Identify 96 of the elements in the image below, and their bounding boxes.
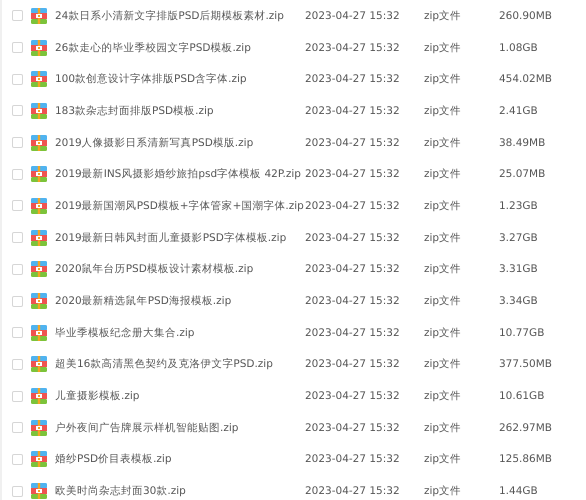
zip-file-icon	[31, 8, 47, 24]
file-type: zip文件	[424, 230, 462, 245]
file-name[interactable]: 100款创意设计字体排版PSD含字体.zip	[55, 72, 305, 86]
file-type: zip文件	[424, 326, 462, 340]
file-type: zip文件	[424, 136, 462, 150]
modified-date: 2023-04-27 15:32	[305, 136, 401, 149]
file-size: 3.27GB	[499, 232, 538, 244]
modified-date: 2023-04-27 15:32	[305, 422, 401, 434]
file-name[interactable]: 2019人像摄影日系清新写真PSD模版.zip	[55, 136, 305, 150]
checkbox[interactable]	[12, 358, 23, 370]
modified-date: 2023-04-27 15:32	[305, 263, 401, 276]
zip-file-icon	[31, 324, 47, 341]
modified-date: 2023-04-27 15:32	[305, 73, 401, 86]
file-type: zip文件	[424, 452, 462, 466]
checkbox[interactable]	[12, 454, 23, 465]
file-name[interactable]: 超美16款高清黑色契约及克洛伊文字PSD.zip	[55, 357, 305, 372]
zip-file-icon	[31, 356, 47, 372]
file-size: 260.90MB	[499, 10, 552, 22]
zip-file-icon	[31, 293, 47, 310]
checkbox[interactable]	[12, 200, 23, 212]
checkbox[interactable]	[12, 42, 23, 54]
file-size: 125.86MB	[499, 453, 552, 466]
checkbox[interactable]	[12, 422, 23, 434]
file-name[interactable]: 欧美时尚杂志封面30款.zip	[55, 484, 305, 498]
file-type: zip文件	[424, 389, 462, 404]
file-type: zip文件	[424, 294, 462, 308]
file-size: 2.41GB	[499, 104, 538, 117]
file-name[interactable]: 2019最新国潮风PSD模板+字体管家+国潮字体.zip	[55, 198, 305, 213]
checkbox[interactable]	[12, 105, 23, 116]
file-type: zip文件	[424, 40, 462, 55]
zip-file-icon	[31, 102, 47, 119]
checkbox[interactable]	[12, 168, 23, 180]
file-name[interactable]: 183款杂志封面排版PSD模板.zip	[55, 104, 305, 118]
checkbox[interactable]	[12, 264, 23, 275]
file-size: 25.07MB	[499, 168, 546, 180]
zip-file-icon	[31, 134, 47, 151]
modified-date: 2023-04-27 15:32	[305, 42, 401, 54]
modified-date: 2023-04-27 15:32	[305, 390, 401, 402]
file-size: 377.50MB	[499, 358, 552, 370]
checkbox[interactable]	[12, 10, 23, 22]
file-name[interactable]: 2020鼠年台历PSD模板设计素材模板.zip	[55, 262, 305, 276]
file-size: 1.08GB	[499, 42, 538, 54]
file-type: zip文件	[424, 167, 462, 182]
file-type: zip文件	[424, 262, 462, 276]
checkbox[interactable]	[12, 137, 23, 148]
file-name[interactable]: 2019最新INS风摄影婚纱旅拍psd字体模板 42P.zip	[55, 167, 305, 182]
modified-date: 2023-04-27 15:32	[305, 485, 401, 498]
zip-file-icon	[31, 166, 47, 182]
file-type: zip文件	[424, 420, 462, 435]
file-size: 1.44GB	[499, 485, 538, 498]
checkbox[interactable]	[12, 296, 23, 307]
file-type: zip文件	[424, 8, 462, 23]
file-type: zip文件	[424, 198, 462, 213]
zip-file-icon	[31, 198, 47, 214]
modified-date: 2023-04-27 15:32	[305, 10, 401, 22]
file-size: 262.97MB	[499, 422, 552, 434]
modified-date: 2023-04-27 15:32	[305, 326, 401, 339]
modified-date: 2023-04-27 15:32	[305, 104, 401, 117]
file-name[interactable]: 24款日系小清新文字排版PSD后期模板素材.zip	[55, 8, 305, 23]
file-size: 1.23GB	[499, 200, 538, 212]
file-name[interactable]: 儿童摄影模板.zip	[55, 389, 305, 404]
file-type: zip文件	[424, 484, 462, 498]
checkbox[interactable]	[12, 390, 23, 402]
file-name[interactable]: 户外夜间广告牌展示样机智能贴图.zip	[55, 420, 305, 435]
file-name[interactable]: 毕业季模板纪念册大集合.zip	[55, 326, 305, 340]
zip-file-icon	[31, 230, 47, 246]
checkbox[interactable]	[12, 74, 23, 85]
file-type: zip文件	[424, 357, 462, 372]
file-size: 454.02MB	[499, 73, 552, 86]
file-size: 3.31GB	[499, 263, 538, 276]
modified-date: 2023-04-27 15:32	[305, 200, 401, 212]
zip-file-icon	[31, 420, 47, 436]
file-name[interactable]: 26款走心的毕业季校园文字PSD模板.zip	[55, 40, 305, 55]
zip-file-icon	[31, 483, 47, 500]
zip-file-icon	[31, 71, 47, 88]
modified-date: 2023-04-27 15:32	[305, 453, 401, 466]
file-type: zip文件	[424, 104, 462, 118]
modified-date: 2023-04-27 15:32	[305, 295, 401, 308]
checkbox[interactable]	[12, 232, 23, 244]
file-size: 3.34GB	[499, 295, 538, 308]
zip-file-icon	[31, 261, 47, 278]
modified-date: 2023-04-27 15:32	[305, 232, 401, 244]
checkbox[interactable]	[12, 486, 23, 497]
checkbox[interactable]	[12, 327, 23, 338]
file-size: 10.77GB	[499, 326, 544, 339]
file-name[interactable]: 2020最新精选鼠年PSD海报模板.zip	[55, 294, 305, 308]
file-size: 38.49MB	[499, 136, 546, 149]
zip-file-icon	[31, 388, 47, 404]
modified-date: 2023-04-27 15:32	[305, 358, 401, 370]
file-type: zip文件	[424, 72, 462, 86]
file-size: 10.61GB	[499, 390, 544, 402]
modified-date: 2023-04-27 15:32	[305, 168, 401, 180]
file-name[interactable]: 婚纱PSD价目表模板.zip	[55, 452, 305, 466]
zip-file-icon	[31, 40, 47, 56]
zip-file-icon	[31, 451, 47, 468]
file-name[interactable]: 2019最新日韩风封面儿童摄影PSD字体模板.zip	[55, 230, 305, 245]
